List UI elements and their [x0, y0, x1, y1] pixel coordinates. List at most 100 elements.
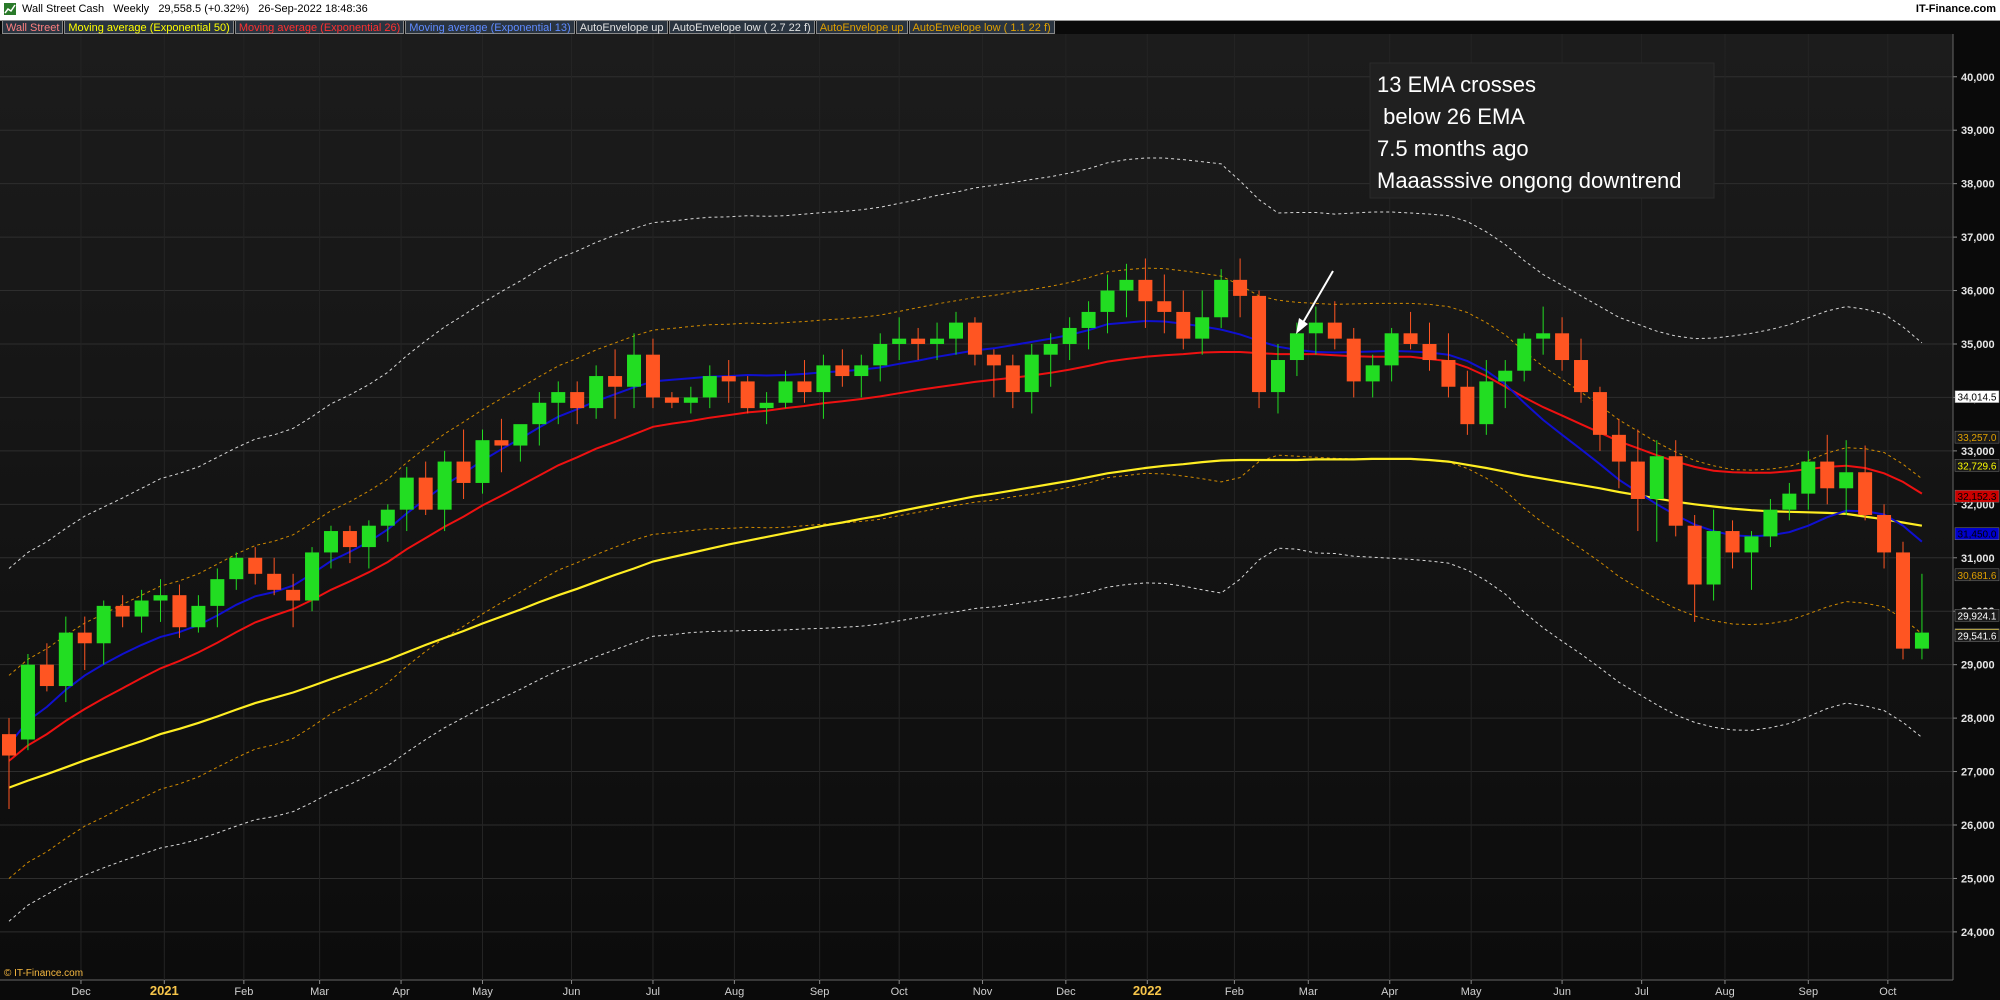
indicator-legend: Wall Street Moving average (Exponential 5…: [2, 20, 1056, 34]
x-tick-label: Dec: [1056, 986, 1076, 998]
legend-item-2[interactable]: Moving average (Exponential 26): [234, 20, 405, 34]
candle-body: [608, 376, 623, 387]
candle-body: [589, 376, 604, 409]
candle-body: [797, 381, 812, 393]
candle-body: [1005, 365, 1020, 393]
y-tick-label: 28,000: [1961, 713, 1995, 725]
candle-body: [1176, 311, 1191, 339]
candle-body: [1914, 632, 1929, 649]
candle-body: [1839, 472, 1854, 489]
x-tick-label: Dec: [71, 986, 91, 998]
chart-title: Wall Street Cash Weekly 29,558.5 (+0.32%…: [22, 3, 368, 15]
legend-item-0[interactable]: Wall Street: [2, 20, 64, 34]
y-tick-label: 26,000: [1961, 820, 1995, 832]
candle-body: [1403, 333, 1418, 344]
candle-body: [1157, 301, 1172, 312]
candle-body: [1441, 360, 1456, 387]
candle-body: [532, 402, 547, 425]
price-tag-label: 29,924.1: [1958, 611, 1997, 622]
candle-body: [305, 552, 320, 601]
candle-body: [1365, 365, 1380, 382]
legend-item-1[interactable]: Moving average (Exponential 50): [64, 20, 234, 34]
candle-body: [683, 397, 698, 403]
annotation-line: Maaasssive ongong downtrend: [1377, 168, 1682, 193]
candle-body: [153, 595, 168, 601]
candle-body: [1630, 461, 1645, 499]
copyright-footer: © IT-Finance.com: [4, 968, 84, 979]
candle-body: [1043, 343, 1058, 355]
candle-body: [475, 440, 490, 483]
price-tag-label: 29,541.6: [1958, 632, 1997, 643]
x-tick-label: Apr: [1381, 986, 1398, 998]
candle-body: [1517, 338, 1532, 371]
legend-item-7[interactable]: AutoEnvelope low ( 1.1 22 f): [908, 20, 1055, 34]
candle-body: [645, 354, 660, 398]
candle-body: [267, 573, 282, 590]
candle-body: [1858, 472, 1873, 516]
candle-body: [892, 338, 907, 344]
x-tick-label: Aug: [725, 986, 745, 998]
candle-body: [1611, 434, 1626, 462]
candle-body: [2, 734, 16, 756]
legend-item-6[interactable]: AutoEnvelope up: [815, 20, 908, 34]
candle-body: [1252, 295, 1267, 393]
y-tick-label: 27,000: [1961, 767, 1995, 779]
candle-body: [778, 381, 793, 403]
app-icon: [4, 3, 16, 15]
candle-body: [418, 477, 433, 510]
candle-body: [1062, 327, 1077, 344]
candle-body: [1536, 333, 1551, 339]
candle-body: [1460, 386, 1475, 425]
candle-body: [1346, 338, 1361, 382]
candle-body: [664, 397, 679, 403]
candle-body: [721, 376, 736, 382]
x-tick-label: Feb: [234, 986, 253, 998]
candle-body: [342, 531, 357, 548]
candle-body: [77, 632, 92, 644]
candle-body: [1782, 493, 1797, 510]
x-tick-label: 2022: [1133, 983, 1162, 998]
annotation-line: 7.5 months ago: [1377, 136, 1529, 161]
candle-body: [1649, 456, 1664, 499]
brand-name: IT-Finance.com: [1915, 3, 1996, 15]
y-tick-label: 37,000: [1961, 232, 1995, 244]
y-tick-label: 31,000: [1961, 553, 1995, 565]
y-tick-label: 39,000: [1961, 125, 1995, 137]
x-tick-label: May: [472, 986, 493, 998]
candle-body: [229, 557, 244, 580]
y-tick-label: 29,000: [1961, 660, 1995, 672]
candle-body: [873, 343, 888, 366]
x-tick-label: Mar: [1299, 986, 1318, 998]
candle-body: [1877, 515, 1892, 553]
candle-body: [1498, 370, 1513, 382]
candle-body: [1289, 333, 1304, 361]
price-chart[interactable]: 24,00025,00026,00027,00028,00029,00030,0…: [0, 0, 2000, 1000]
x-tick-label: Aug: [1715, 986, 1735, 998]
candle-body: [437, 461, 452, 510]
candle-body: [1138, 279, 1153, 302]
candle-body: [911, 338, 926, 344]
legend-item-3[interactable]: Moving average (Exponential 13): [405, 20, 575, 34]
candle-body: [1555, 333, 1570, 361]
legend-item-5[interactable]: AutoEnvelope low ( 2.7 22 f): [668, 20, 815, 34]
candle-body: [1668, 456, 1683, 526]
price-tag-label: 30,681.6: [1958, 571, 1997, 582]
candle-body: [1896, 552, 1910, 649]
candle-body: [1024, 354, 1039, 393]
candle-body: [39, 664, 54, 687]
candle-body: [835, 365, 850, 377]
x-tick-label: 2021: [150, 983, 179, 998]
candle-body: [986, 354, 1001, 366]
chart-window: 24,00025,00026,00027,00028,00029,00030,0…: [0, 0, 2000, 1000]
candle-body: [570, 392, 585, 409]
candle-body: [740, 381, 755, 409]
candle-body: [1081, 311, 1096, 328]
candle-body: [96, 605, 111, 644]
y-tick-label: 24,000: [1961, 927, 1995, 939]
price-tag-label: 34,014.5: [1958, 393, 1997, 404]
legend-item-4[interactable]: AutoEnvelope up: [575, 20, 668, 34]
x-tick-label: Jun: [563, 986, 581, 998]
candle-body: [286, 589, 301, 601]
annotation-line: 13 EMA crosses: [1377, 72, 1536, 97]
candle-body: [930, 338, 945, 344]
